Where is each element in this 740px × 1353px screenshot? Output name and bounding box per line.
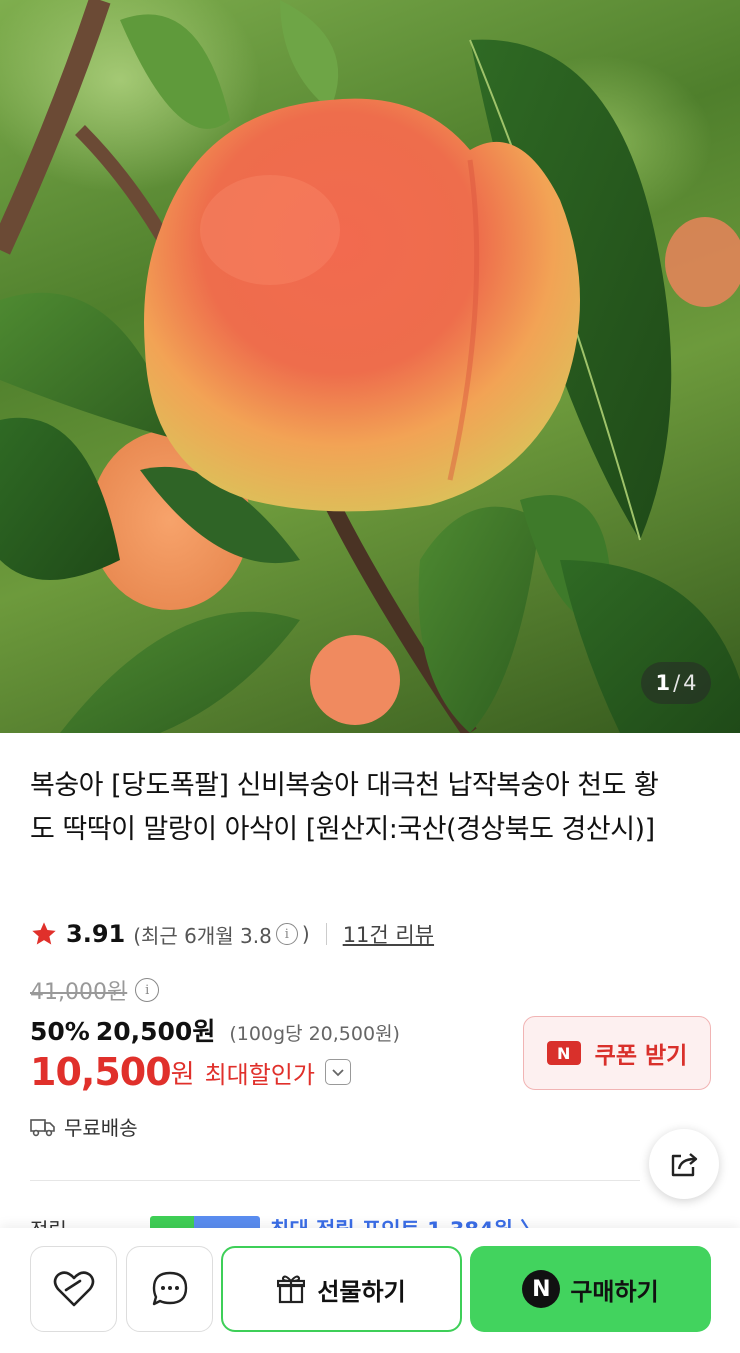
star-icon	[32, 922, 56, 945]
pager-separator: /	[673, 671, 681, 695]
final-price-unit: 원	[170, 1059, 195, 1090]
product-title: 복숭아 [당도폭팔] 신비복숭아 대극천 납작복숭아 천도 황도 딱딱이 말랑이…	[30, 770, 659, 845]
truck-icon	[30, 1118, 55, 1136]
gift-label: 선물하기	[317, 1277, 406, 1306]
final-price: 10,500	[30, 1050, 172, 1094]
rating-recent-close: )	[301, 922, 310, 946]
shipping-label: 무료배송	[64, 1116, 138, 1140]
review-link[interactable]: 11건 리뷰	[343, 919, 434, 949]
coupon-label: 쿠폰 받기	[594, 1043, 688, 1069]
rating-value: 3.91	[66, 920, 126, 948]
chat-icon	[152, 1271, 187, 1306]
discount-price: 20,500원	[95, 1017, 216, 1046]
original-price-row: 41,000원 i	[30, 974, 163, 1006]
gallery-pager: 1 / 4	[641, 662, 711, 704]
price-info-icon[interactable]: i	[135, 978, 160, 1002]
chevron-down-icon[interactable]	[324, 1059, 351, 1085]
share-button[interactable]	[649, 1129, 719, 1199]
discount-rate: 50%	[30, 1017, 90, 1046]
buy-label: 구매하기	[570, 1277, 659, 1306]
divider	[325, 923, 327, 945]
chat-button[interactable]	[126, 1246, 213, 1332]
share-icon	[671, 1153, 698, 1177]
naver-coupon-icon: N	[546, 1041, 581, 1065]
peach-image	[0, 0, 740, 733]
final-price-label: 최대할인가	[204, 1060, 315, 1089]
heart-icon	[53, 1271, 94, 1307]
gift-button[interactable]: 선물하기	[221, 1246, 462, 1332]
wishlist-button[interactable]	[30, 1246, 117, 1332]
shipping-row: 무료배송	[30, 1112, 138, 1141]
naver-pay-icon: N	[522, 1270, 561, 1308]
final-price-row: 10,500 원 최대할인가	[30, 1050, 351, 1094]
info-icon[interactable]: i	[275, 923, 298, 945]
section-divider	[30, 1180, 640, 1181]
rating-recent: (최근 6개월 3.8 i )	[133, 920, 309, 949]
pager-total: 4	[683, 671, 697, 695]
original-price: 41,000원	[30, 980, 128, 1005]
product-image-gallery[interactable]: 1 / 4	[0, 0, 740, 733]
rating-row: 3.91 (최근 6개월 3.8 i ) 11건 리뷰	[30, 916, 434, 952]
pager-current: 1	[655, 671, 671, 695]
buy-button[interactable]: N 구매하기	[470, 1246, 711, 1332]
gift-icon	[277, 1275, 306, 1304]
coupon-button[interactable]: N 쿠폰 받기	[523, 1016, 711, 1090]
rating-recent-text: (최근 6개월 3.8	[133, 923, 272, 948]
discount-row: 50% 20,500원 (100g당 20,500원)	[30, 1012, 400, 1048]
bottom-action-bar: 선물하기 N 구매하기	[0, 1228, 740, 1353]
unit-price: (100g당 20,500원)	[229, 1023, 400, 1045]
